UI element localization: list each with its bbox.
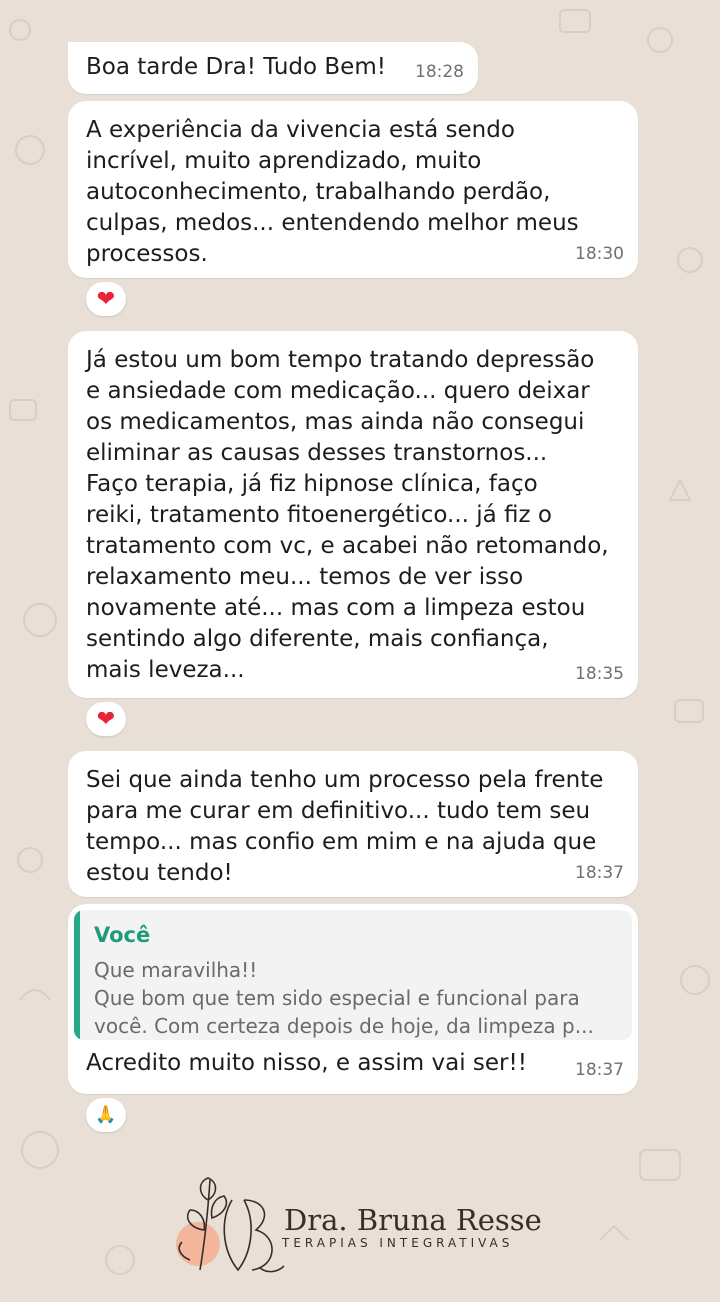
brand-tagline: TERAPIAS INTEGRATIVAS	[282, 1236, 514, 1250]
message-time: 18:35	[575, 664, 624, 684]
message-text: Sei que ainda tenho um processo pela fre…	[86, 767, 604, 886]
reply-message-bubble[interactable]: Você Que maravilha!! Que bom que tem sid…	[68, 904, 638, 1094]
heart-icon[interactable]: ❤	[86, 282, 126, 316]
message-bubble[interactable]: Sei que ainda tenho um processo pela fre…	[68, 751, 638, 897]
quote-author: Você	[94, 923, 151, 947]
message-time: 18:28	[415, 62, 464, 82]
message-time: 18:37	[575, 1060, 624, 1080]
message-bubble[interactable]: Boa tarde Dra! Tudo Bem! 18:28	[68, 42, 478, 94]
message-bubble[interactable]: Já estou um bom tempo tratando depressão…	[68, 331, 638, 698]
message-time: 18:30	[575, 244, 624, 264]
message-text: Já estou um bom tempo tratando depressão…	[86, 347, 609, 683]
message-bubble[interactable]: A experiência da vivencia está sendo inc…	[68, 101, 638, 278]
message-text: Boa tarde Dra! Tudo Bem!	[86, 54, 386, 80]
heart-icon[interactable]: ❤	[86, 702, 126, 736]
message-time: 18:37	[575, 863, 624, 883]
message-text: A experiência da vivencia está sendo inc…	[86, 117, 579, 267]
quote-text: Que maravilha!! Que bom que tem sido esp…	[94, 958, 594, 1038]
praying-hands-icon[interactable]: 🙏	[86, 1098, 126, 1132]
message-text: Acredito muito nisso, e assim vai ser!!	[86, 1050, 527, 1076]
quoted-message[interactable]: Você Que maravilha!! Que bom que tem sid…	[74, 910, 632, 1040]
quote-accent-bar	[74, 910, 80, 1040]
brand-name: Dra. Bruna Resse	[284, 1203, 542, 1237]
